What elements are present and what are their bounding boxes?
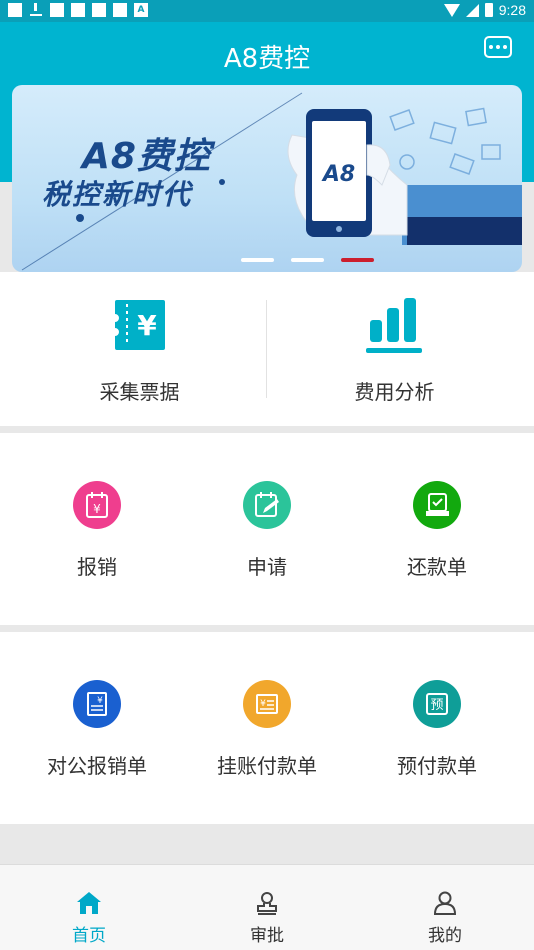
- application-icon: [243, 481, 291, 529]
- collect-receipts-button[interactable]: ¥ 采集票据: [6, 272, 273, 426]
- payable-payment-icon: ¥: [243, 680, 291, 728]
- reimbursement-label: 报销: [77, 555, 117, 579]
- signal-icon: [465, 3, 479, 17]
- tab-approval-label: 审批: [250, 926, 284, 946]
- more-options-button[interactable]: [484, 36, 512, 58]
- document-grid-2: ¥ 对公报销单 ¥ 挂账付款单 预 预付款单: [0, 632, 534, 824]
- notification-icon: [113, 3, 127, 17]
- carousel-dot[interactable]: [290, 258, 324, 262]
- notification-icon: [92, 3, 106, 17]
- svg-text:¥: ¥: [260, 699, 266, 709]
- phone-logo: A8: [321, 162, 355, 187]
- battery-icon: [484, 3, 493, 17]
- dot-icon: [489, 45, 493, 49]
- tab-home-label: 首页: [72, 926, 106, 946]
- collect-receipts-label: 采集票据: [99, 380, 180, 404]
- reimbursement-icon: ¥: [73, 481, 121, 529]
- corporate-reimbursement-icon: ¥: [73, 680, 121, 728]
- tab-profile[interactable]: 我的: [356, 865, 534, 950]
- svg-text:¥: ¥: [137, 309, 157, 342]
- svg-text:预: 预: [430, 698, 443, 713]
- application-button[interactable]: 申请: [178, 433, 356, 625]
- repayment-button[interactable]: 还款单: [348, 433, 526, 625]
- svg-text:¥: ¥: [93, 502, 101, 516]
- quick-actions: ¥ 采集票据 费用分析: [0, 272, 534, 426]
- notification-icon: [71, 3, 85, 17]
- banner-slogan-secondary: 税控新时代: [42, 178, 193, 211]
- notification-icon: [8, 3, 22, 17]
- application-label: 申请: [247, 555, 287, 579]
- ticket-yen-icon: ¥: [111, 296, 169, 358]
- payable-payment-label: 挂账付款单: [217, 754, 317, 778]
- notification-icon: [50, 3, 64, 17]
- carousel-indicator: [12, 258, 522, 262]
- wifi-icon: [443, 3, 460, 17]
- notification-icons: A: [8, 3, 148, 17]
- carousel-dot[interactable]: [240, 258, 274, 262]
- expense-analysis-button[interactable]: 费用分析: [261, 272, 528, 426]
- document-grid-1: ¥ 报销 申请 还款单: [0, 433, 534, 625]
- tab-home[interactable]: 首页: [0, 865, 178, 950]
- reimbursement-button[interactable]: ¥ 报销: [8, 433, 186, 625]
- repayment-label: 还款单: [407, 555, 467, 579]
- prepayment-label: 预付款单: [397, 754, 477, 778]
- promo-banner[interactable]: A8 A8费控 税控新时代: [12, 85, 522, 272]
- status-bar: A 9:28: [0, 0, 534, 22]
- approval-stamp-icon: [254, 891, 280, 919]
- corporate-reimbursement-label: 对公报销单: [47, 754, 147, 778]
- dot-icon: [496, 45, 500, 49]
- payable-payment-button[interactable]: ¥ 挂账付款单: [178, 632, 356, 824]
- expense-analysis-label: 费用分析: [354, 380, 435, 404]
- banner-slogan-primary: A8费控: [82, 136, 211, 177]
- dot-icon: [503, 45, 507, 49]
- prepayment-icon: 预: [413, 680, 461, 728]
- prepayment-button[interactable]: 预 预付款单: [348, 632, 526, 824]
- bar-chart-icon: [365, 296, 424, 358]
- download-icon: [29, 3, 43, 17]
- home-icon: [76, 891, 102, 919]
- tab-profile-label: 我的: [428, 926, 462, 946]
- corporate-reimbursement-button[interactable]: ¥ 对公报销单: [8, 632, 186, 824]
- carousel-dot-active[interactable]: [340, 258, 374, 262]
- page-title: A8费控: [223, 44, 311, 74]
- bottom-tab-bar: 首页 审批 我的: [0, 864, 534, 950]
- profile-icon: [432, 891, 458, 919]
- tab-approval[interactable]: 审批: [178, 865, 356, 950]
- repayment-icon: [413, 481, 461, 529]
- app-notification-icon: A: [134, 3, 148, 17]
- svg-text:¥: ¥: [97, 696, 103, 706]
- clock: 9:28: [498, 2, 526, 18]
